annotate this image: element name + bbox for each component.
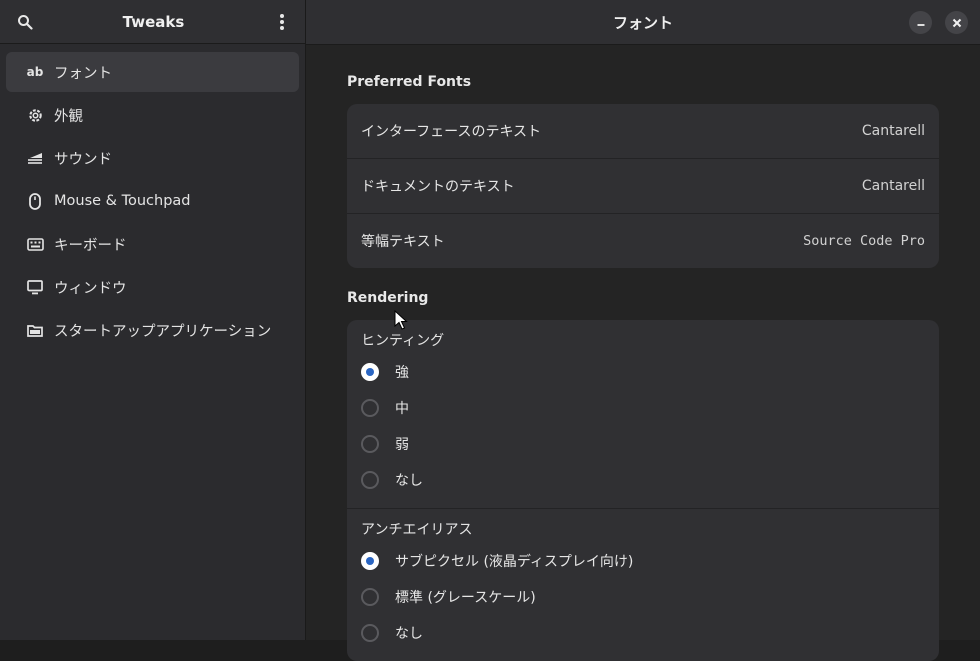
app-title: Tweaks (122, 12, 185, 31)
sidebar-item-label: サウンド (54, 151, 112, 168)
sound-icon (26, 149, 44, 167)
radio-button[interactable] (361, 624, 379, 642)
radio-label: 強 (395, 365, 409, 381)
sidebar-item-sound[interactable]: サウンド (6, 138, 299, 178)
radio-label: なし (395, 473, 423, 489)
radio-label: 中 (395, 401, 409, 417)
font-row-label: 等幅テキスト (361, 234, 445, 250)
page-title: フォント (612, 13, 673, 32)
antialiasing-label: アンチエイリアス (361, 522, 473, 538)
sidebar-header: Tweaks (0, 0, 305, 44)
section-title-rendering: Rendering (347, 290, 429, 306)
sidebar-item-label: フォント (54, 65, 112, 82)
hinting-option[interactable]: 強 (361, 354, 925, 390)
close-button[interactable] (945, 11, 968, 34)
content-area: Preferred Fonts インターフェースのテキスト Cantarell … (347, 44, 939, 661)
radio-label: サブピクセル (液晶ディスプレイ向け) (395, 554, 634, 570)
radio-button-checked[interactable] (361, 552, 379, 570)
font-row-value[interactable]: Cantarell (862, 178, 925, 194)
section-title-preferred-fonts: Preferred Fonts (347, 74, 472, 90)
hinting-option[interactable]: なし (361, 462, 925, 498)
radio-label: なし (395, 626, 423, 642)
sidebar-item-startup[interactable]: スタートアップアプリケーション (6, 310, 299, 350)
sidebar-item-label: 外観 (54, 108, 83, 125)
folder-icon (26, 321, 44, 339)
hinting-option[interactable]: 中 (361, 390, 925, 426)
gear-icon (26, 106, 44, 124)
minimize-icon (917, 23, 924, 26)
sidebar-item-keyboard[interactable]: キーボード (6, 224, 299, 264)
font-row-value[interactable]: Source Code Pro (803, 233, 925, 249)
antialiasing-option[interactable]: サブピクセル (液晶ディスプレイ向け) (361, 543, 925, 579)
fonts-icon: ab (26, 65, 44, 79)
sidebar: Tweaks ab フォント 外観 サウンド Mouse & Touchpad … (0, 0, 306, 640)
rendering-card: ヒンティング 強 中 弱 なし アンチエイリアス サブピクセル (液晶ディスプレ… (347, 320, 939, 661)
font-row-monospace[interactable]: 等幅テキスト Source Code Pro (347, 214, 939, 268)
sidebar-item-label: キーボード (54, 237, 127, 254)
font-row-label: インターフェースのテキスト (361, 124, 542, 140)
radio-label: 弱 (395, 437, 409, 453)
sidebar-item-mouse[interactable]: Mouse & Touchpad (6, 181, 299, 221)
hinting-option[interactable]: 弱 (361, 426, 925, 462)
mouse-icon (26, 192, 44, 210)
preferred-fonts-card: インターフェースのテキスト Cantarell ドキュメントのテキスト Cant… (347, 104, 939, 268)
sidebar-item-label: ウィンドウ (54, 280, 127, 297)
header-bar: フォント (306, 0, 980, 45)
radio-button-checked[interactable] (361, 363, 379, 381)
font-row-interface[interactable]: インターフェースのテキスト Cantarell (347, 104, 939, 159)
menu-icon[interactable] (271, 11, 293, 33)
sidebar-list: ab フォント 外観 サウンド Mouse & Touchpad キーボード ウ… (0, 44, 305, 361)
mouse-cursor-icon (394, 310, 408, 330)
antialiasing-option[interactable]: 標準 (グレースケール) (361, 579, 925, 615)
hinting-label: ヒンティング (361, 333, 445, 349)
radio-label: 標準 (グレースケール) (395, 590, 536, 606)
close-icon (952, 18, 961, 27)
sidebar-item-appearance[interactable]: 外観 (6, 95, 299, 135)
font-row-value[interactable]: Cantarell (862, 123, 925, 139)
sidebar-item-fonts[interactable]: ab フォント (6, 52, 299, 92)
font-row-document[interactable]: ドキュメントのテキスト Cantarell (347, 159, 939, 214)
antialiasing-group: アンチエイリアス サブピクセル (液晶ディスプレイ向け) 標準 (グレースケール… (347, 509, 939, 661)
radio-button[interactable] (361, 435, 379, 453)
monitor-icon (26, 278, 44, 296)
minimize-button[interactable] (909, 11, 932, 34)
search-icon[interactable] (14, 11, 36, 33)
font-row-label: ドキュメントのテキスト (361, 179, 515, 195)
tweaks-window: Tweaks ab フォント 外観 サウンド Mouse & Touchpad … (0, 0, 980, 661)
sidebar-item-label: スタートアップアプリケーション (54, 323, 272, 340)
radio-button[interactable] (361, 471, 379, 489)
sidebar-item-windows[interactable]: ウィンドウ (6, 267, 299, 307)
hinting-group: ヒンティング 強 中 弱 なし (347, 320, 939, 509)
radio-button[interactable] (361, 399, 379, 417)
radio-button[interactable] (361, 588, 379, 606)
antialiasing-option[interactable]: なし (361, 615, 925, 651)
keyboard-icon (26, 235, 44, 253)
sidebar-item-label: Mouse & Touchpad (54, 193, 191, 209)
